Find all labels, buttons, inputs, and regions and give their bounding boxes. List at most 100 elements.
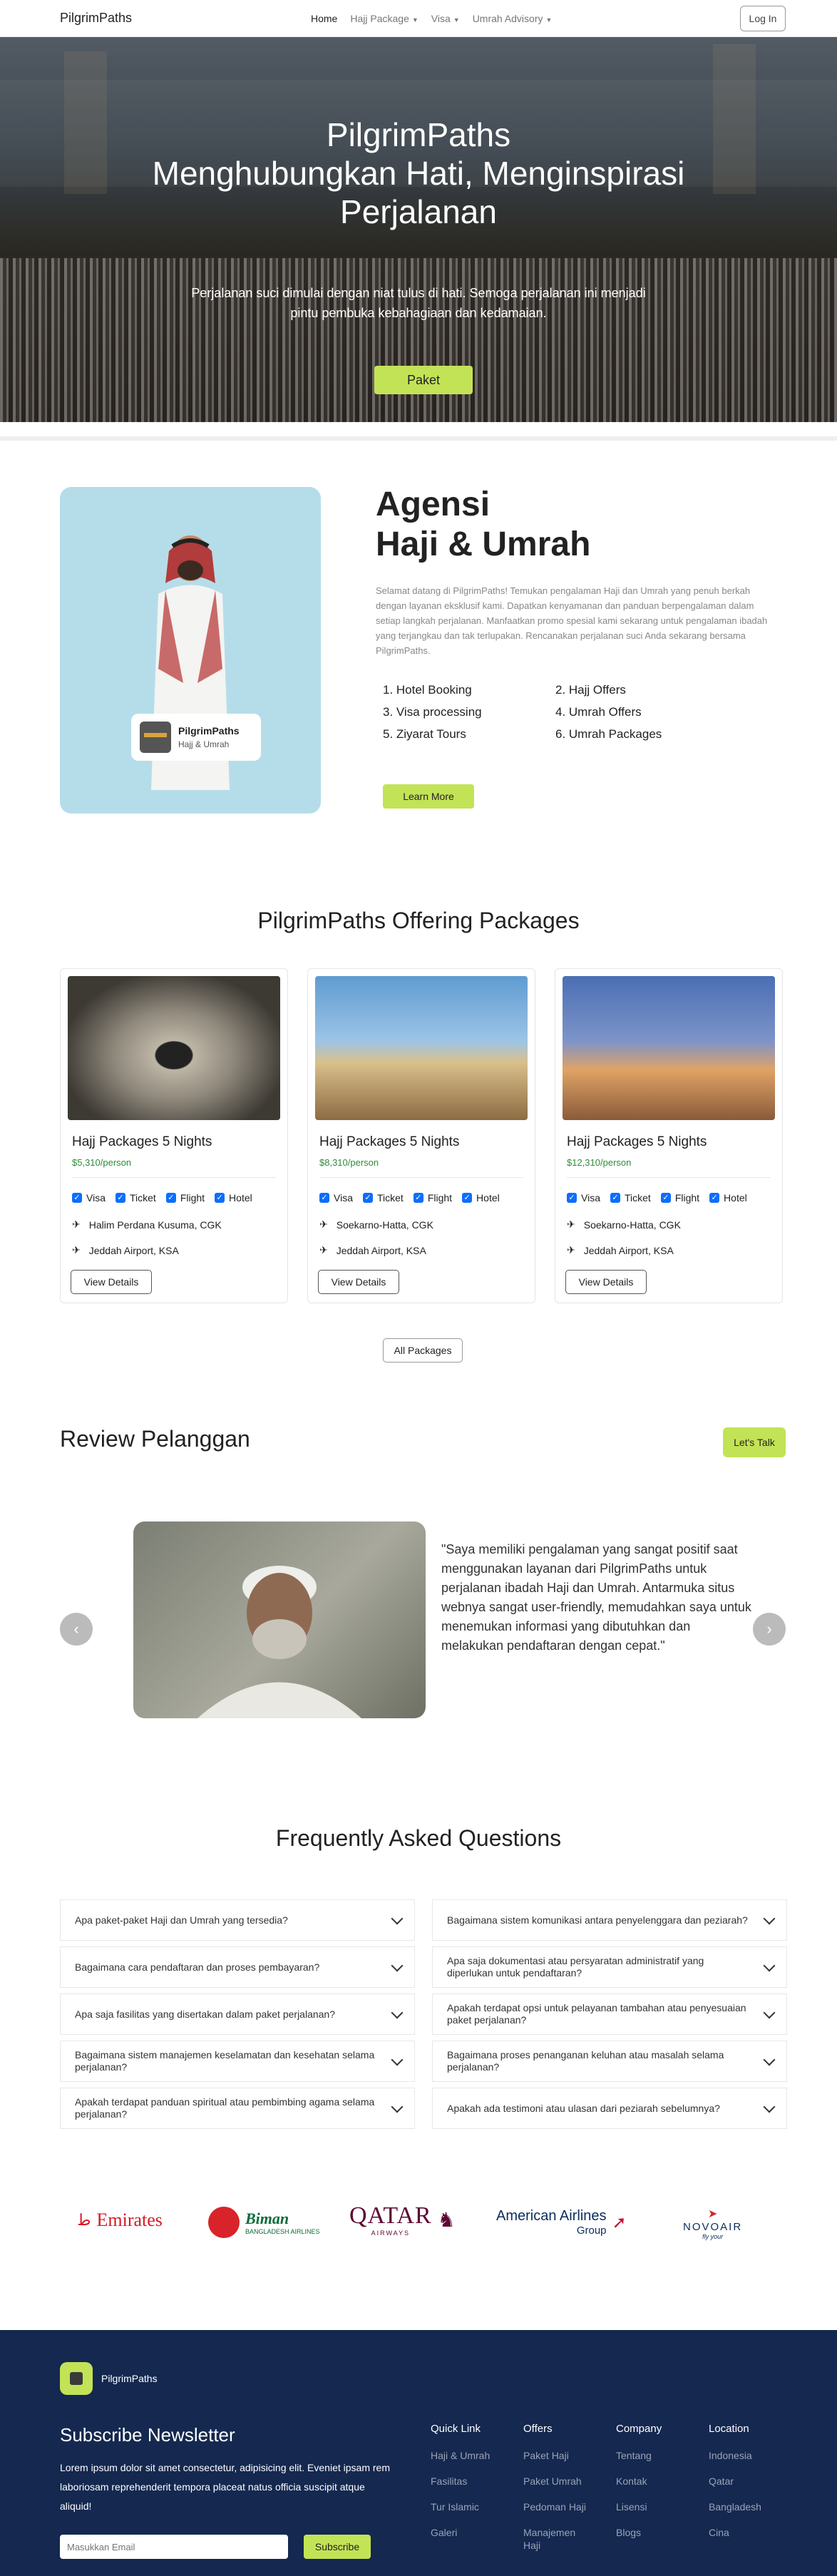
plane-departure-icon: ✈: [319, 1218, 328, 1230]
plane-arrival-icon: ✈: [72, 1244, 81, 1256]
view-details-button[interactable]: View Details: [318, 1270, 399, 1294]
footer-link[interactable]: Blogs: [616, 2526, 687, 2539]
hero-title-line: Perjalanan: [340, 193, 497, 230]
footer-link[interactable]: Bangladesh: [709, 2500, 780, 2513]
footer: PilgrimPaths Subscribe Newsletter Lorem …: [0, 2330, 837, 2576]
next-arrow-button[interactable]: ›: [753, 1613, 786, 1646]
hero-subtitle: Perjalanan suci dimulai dengan niat tulu…: [191, 286, 646, 320]
feature-ticket[interactable]: ✓ Ticket: [362, 1192, 404, 1204]
package-features: ✓ Visa ✓ Ticket ✓ Flight ✓ Hotel: [567, 1192, 747, 1204]
nav-hajj-package[interactable]: Hajj Package ▼: [350, 13, 418, 24]
feature-hotel[interactable]: ✓ Hotel: [462, 1192, 500, 1204]
footer-link[interactable]: Haji & Umrah: [431, 2449, 502, 2462]
arrival-row: ✈ Jeddah Airport, KSA: [567, 1244, 674, 1256]
checkbox-checked-icon: ✓: [215, 1193, 225, 1203]
faq-item[interactable]: Bagaimana sistem manajemen keselamatan d…: [60, 2041, 415, 2082]
divider: [72, 1177, 276, 1178]
footer-link[interactable]: Qatar: [709, 2475, 780, 2488]
arrival-airport: Jeddah Airport, KSA: [88, 1244, 179, 1256]
footer-link[interactable]: Pedoman Haji: [523, 2500, 595, 2513]
email-input[interactable]: [60, 2535, 288, 2559]
novoair-tagline: fly your: [702, 2233, 724, 2240]
reviewer-photo: [133, 1522, 426, 1718]
faq-question: Apakah terdapat opsi untuk pelayanan tam…: [447, 2002, 746, 2026]
faq-item[interactable]: Apa saja fasilitas yang disertakan dalam…: [60, 1993, 415, 2035]
review-quote: "Saya memiliki pengalaman yang sangat po…: [441, 1542, 751, 1653]
paket-button[interactable]: Paket: [374, 366, 473, 394]
checkbox-checked-icon: ✓: [610, 1193, 620, 1203]
faq-item[interactable]: Apa saja dokumentasi atau persyaratan ad…: [432, 1946, 787, 1988]
footer-column-location: Location Indonesia Qatar Bangladesh Cina: [709, 2423, 780, 2552]
departure-row: ✈ Soekarno-Hatta, CGK: [567, 1218, 681, 1231]
divider: [319, 1177, 523, 1178]
view-details-button[interactable]: View Details: [71, 1270, 152, 1294]
footer-link[interactable]: Lisensi: [616, 2500, 687, 2513]
footer-column-title: Quick Link: [431, 2423, 481, 2435]
american-wordmark: American Airlines: [496, 2208, 607, 2224]
feature-label: Hotel: [724, 1192, 747, 1204]
faq-item[interactable]: Apakah terdapat opsi untuk pelayanan tam…: [432, 1993, 787, 2035]
faq-item[interactable]: Bagaimana sistem komunikasi antara penye…: [432, 1899, 787, 1941]
biman-text: Biman BANGLADESH AIRLINES: [245, 2210, 320, 2235]
feature-flight[interactable]: ✓ Flight: [165, 1192, 205, 1204]
footer-link[interactable]: Tur Islamic: [431, 2500, 502, 2513]
faq-item[interactable]: Apakah ada testimoni atau ulasan dari pe…: [432, 2088, 787, 2129]
learn-more-button[interactable]: Learn More: [383, 784, 474, 809]
footer-link[interactable]: Manajemen Haji: [523, 2526, 575, 2552]
footer-link[interactable]: Kontak: [616, 2475, 687, 2488]
review-title: Review Pelanggan: [60, 1426, 250, 1452]
footer-brand[interactable]: PilgrimPaths: [60, 2362, 158, 2395]
footer-link[interactable]: Paket Umrah: [523, 2475, 595, 2488]
feature-ticket[interactable]: ✓ Ticket: [610, 1192, 651, 1204]
checkbox-checked-icon: ✓: [462, 1193, 473, 1203]
feature-visa[interactable]: ✓ Visa: [567, 1192, 600, 1204]
package-features: ✓ Visa ✓ Ticket ✓ Flight ✓ Hotel: [319, 1192, 500, 1204]
package-name: Hajj Packages 5 Nights: [567, 1134, 707, 1149]
faq-item[interactable]: Apa paket-paket Haji dan Umrah yang ters…: [60, 1899, 415, 1941]
footer-column-title: Company: [616, 2423, 662, 2435]
package-image: [315, 976, 528, 1120]
faq-item[interactable]: Bagaimana proses penanganan keluhan atau…: [432, 2041, 787, 2082]
footer-link[interactable]: Fasilitas: [431, 2475, 502, 2488]
brand-logo[interactable]: PilgrimPaths: [60, 11, 132, 26]
footer-link[interactable]: Paket Haji: [523, 2449, 595, 2462]
prev-arrow-button[interactable]: ‹: [60, 1613, 93, 1646]
package-price: $8,310/person: [319, 1157, 379, 1168]
faq-item[interactable]: Bagaimana cara pendaftaran dan proses pe…: [60, 1946, 415, 1988]
faq-item[interactable]: Apakah terdapat panduan spiritual atau p…: [60, 2088, 415, 2129]
feature-ticket[interactable]: ✓ Ticket: [115, 1192, 156, 1204]
feature-flight[interactable]: ✓ Flight: [660, 1192, 700, 1204]
novoair-text: ➤ NOVOAIR fly your: [683, 2207, 742, 2240]
package-card: Hajj Packages 5 Nights $12,310/person ✓ V…: [555, 968, 783, 1303]
biman-subtitle: BANGLADESH AIRLINES: [245, 2228, 320, 2235]
package-card: Hajj Packages 5 Nights $8,310/person ✓ Vi…: [307, 968, 535, 1303]
package-name: Hajj Packages 5 Nights: [319, 1134, 460, 1149]
arrival-airport: Jeddah Airport, KSA: [583, 1244, 674, 1256]
footer-link[interactable]: Indonesia: [709, 2449, 780, 2462]
feature-hotel[interactable]: ✓ Hotel: [709, 1192, 747, 1204]
nav-home[interactable]: Home: [311, 13, 337, 24]
nav-visa[interactable]: Visa ▼: [431, 13, 460, 24]
footer-link[interactable]: Tentang: [616, 2449, 687, 2462]
login-button[interactable]: Log In: [740, 6, 786, 31]
reviewer-illustration: [197, 1566, 361, 1718]
feature-visa[interactable]: ✓ Visa: [319, 1192, 353, 1204]
footer-link[interactable]: Cina: [709, 2526, 780, 2539]
feature-label: Ticket: [624, 1192, 651, 1204]
footer-link[interactable]: Galeri: [431, 2526, 502, 2539]
all-packages-button[interactable]: All Packages: [383, 1338, 463, 1363]
feature-hotel[interactable]: ✓ Hotel: [215, 1192, 252, 1204]
lets-talk-button[interactable]: Let's Talk: [723, 1427, 786, 1457]
subscribe-button[interactable]: Subscribe: [304, 2535, 371, 2559]
departure-row: ✈ Halim Perdana Kusuma, CGK: [72, 1218, 222, 1231]
feature-flight[interactable]: ✓ Flight: [413, 1192, 452, 1204]
feature-label: Flight: [674, 1192, 700, 1204]
footer-column-offers: Offers Paket Haji Paket Umrah Pedoman Ha…: [523, 2423, 595, 2565]
feature-visa[interactable]: ✓ Visa: [72, 1192, 106, 1204]
chevron-down-icon: [763, 1959, 776, 1972]
nav-hajj-package-label: Hajj Package: [350, 13, 409, 24]
view-details-button[interactable]: View Details: [565, 1270, 647, 1294]
feature-label: Visa: [86, 1192, 106, 1204]
nav-umrah-advisory[interactable]: Umrah Advisory ▼: [473, 13, 553, 24]
about-image: PilgrimPaths Hajj & Umrah: [60, 487, 321, 814]
